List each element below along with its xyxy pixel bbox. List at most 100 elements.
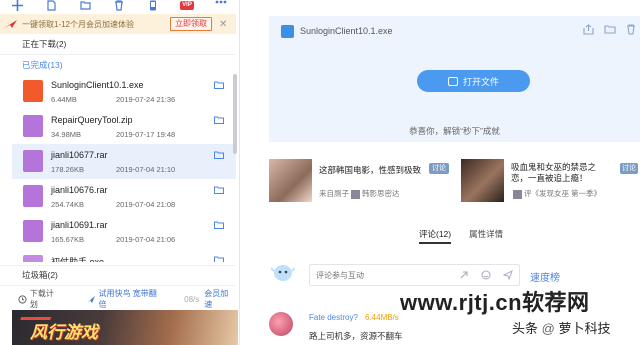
more-icon[interactable] <box>204 0 238 12</box>
open-folder-icon[interactable] <box>214 151 224 159</box>
rar-archive-icon <box>23 185 43 207</box>
new-file-icon[interactable] <box>34 0 68 12</box>
rar-archive-icon <box>23 220 43 242</box>
list-item[interactable]: RepairQueryTool.zip 34.98MB 2019-07-17 19:… <box>12 109 236 144</box>
open-file-label: 打开文件 <box>462 76 499 87</box>
section-trash[interactable]: 垃圾箱(2) <box>0 266 236 284</box>
exe-icon <box>23 255 43 262</box>
file-name: jianli10691.rar <box>51 220 108 230</box>
mobile-icon[interactable] <box>136 0 170 12</box>
detail-filename: SunloginClient10.1.exe <box>300 26 393 36</box>
emoji-icon[interactable] <box>481 270 491 280</box>
file-date: 2019-07-04 21:10 <box>116 165 176 174</box>
tab-comments[interactable]: 评论(12) <box>419 228 452 244</box>
list-item[interactable]: jianli10677.rar 178.26KB 2019-07-04 21:10 <box>12 144 236 179</box>
open-file-button[interactable]: 打开文件 <box>417 70 530 92</box>
file-detail-card: SunloginClient10.1.exe 打开文件 恭喜你，解锁“秒下”成就 <box>269 16 640 142</box>
avatar <box>513 189 522 199</box>
open-folder-icon[interactable] <box>604 24 616 34</box>
fast-bird-trial-link[interactable]: 试用快鸟 宽带翻倍 <box>86 288 165 310</box>
add-icon[interactable] <box>0 0 34 12</box>
sunlogin-icon <box>281 25 294 38</box>
watermark-source: 头条 @ 萝卜科技 <box>512 318 610 337</box>
section-downloading[interactable]: 正在下载(2) <box>0 35 236 53</box>
open-folder-icon[interactable] <box>214 116 224 124</box>
avatar[interactable] <box>269 312 293 336</box>
scrollbar[interactable] <box>233 74 237 154</box>
game-ad-banner[interactable]: 风行游戏 <box>12 310 238 345</box>
file-name: SunloginClient10.1.exe <box>51 80 144 90</box>
file-size: 6.44MB <box>51 95 77 104</box>
list-item[interactable]: SunloginClient10.1.exe 6.44MB 2019-07-24 2… <box>12 74 236 109</box>
feed-card[interactable]: 吸血鬼和女巫的禁忌之恋，一直被追上瘾！ 评《发现女巫 第一季》 <box>461 156 611 208</box>
achievement-text: 恭喜你，解锁“秒下”成就 <box>409 126 500 136</box>
avatar <box>351 189 360 199</box>
open-folder-icon[interactable] <box>214 81 224 89</box>
file-size: 254.74KB <box>51 200 84 209</box>
trash-icon[interactable] <box>102 0 136 12</box>
open-folder-icon[interactable] <box>214 256 224 262</box>
file-name: RepairQueryTool.zip <box>51 115 133 125</box>
completed-file-list: SunloginClient10.1.exe 6.44MB 2019-07-24 2… <box>12 74 236 262</box>
comment-box <box>309 264 520 286</box>
download-plan-label: 下载计划 <box>29 289 54 309</box>
vip-badge: VIP <box>180 1 194 10</box>
comment-speed: 6.44MB/s <box>365 313 399 322</box>
file-size: 178.26KB <box>51 165 84 174</box>
file-icon <box>447 76 458 86</box>
download-plan-button[interactable]: 下载计划 <box>18 288 62 310</box>
file-size: 165.67KB <box>51 235 84 244</box>
side-strip: 讨论 <box>612 160 640 345</box>
discuss-tag: 讨论 <box>429 163 449 174</box>
download-list-pane: VIP 一键领取1-12个月会员加速体验 立即领取 ✕ 正在下载(2) 已完成(… <box>0 0 240 345</box>
link-icon[interactable] <box>459 270 469 280</box>
rar-archive-icon <box>23 150 43 172</box>
watermark-at: @ <box>541 321 555 336</box>
list-item[interactable]: 初仗助手.exe <box>12 249 236 262</box>
feed-author-name: 韩影思密达 <box>362 189 400 198</box>
claim-button[interactable]: 立即领取 <box>170 17 212 31</box>
close-icon[interactable]: ✕ <box>219 19 227 30</box>
watermark-prefix: 头条 <box>512 321 539 336</box>
comment-text: 路上司机多，资源不翻车 <box>309 331 403 341</box>
vip-accelerate-link[interactable]: 会员加速 <box>204 288 236 310</box>
fast-bird-label: 试用快鸟 宽带翻倍 <box>98 289 157 309</box>
comment-input[interactable] <box>310 265 440 285</box>
comment-username[interactable]: Fate destroy? <box>309 313 358 322</box>
folder-icon[interactable] <box>68 0 102 12</box>
speed-readout: 08/s <box>184 294 200 304</box>
delete-icon[interactable] <box>626 24 636 35</box>
tab-properties[interactable]: 属性详情 <box>469 228 503 244</box>
share-icon[interactable] <box>583 24 594 35</box>
feed-author-review: 评《发现女巫 第一季》 <box>524 189 602 198</box>
send-icon[interactable] <box>503 270 513 280</box>
file-date: 2019-07-17 19:48 <box>116 130 176 139</box>
feed-title: 吸血鬼和女巫的禁忌之恋，一直被追上瘾！ <box>511 162 597 183</box>
file-name: 初仗助手.exe <box>51 257 105 262</box>
open-folder-icon[interactable] <box>214 221 224 229</box>
vip-icon[interactable]: VIP <box>170 0 204 12</box>
promo-banner: 一键领取1-12个月会员加速体验 立即领取 ✕ <box>0 14 236 34</box>
watermark-name: 萝卜科技 <box>558 321 611 336</box>
feed-author: 来自厕子 韩影思密达 <box>319 188 400 199</box>
detail-actions <box>583 24 636 35</box>
list-item[interactable]: jianli10676.rar 254.74KB 2019-07-04 21:08 <box>12 179 236 214</box>
speed-rank-link[interactable]: 速度榜 <box>530 269 560 284</box>
divider <box>0 54 236 55</box>
bird-icon <box>0 19 22 29</box>
feed-author-from: 来自厕子 <box>319 189 349 198</box>
detail-tabs: 评论(12) 属性详情 <box>419 228 503 244</box>
section-completed[interactable]: 已完成(13) <box>0 56 236 74</box>
bottom-bar: 下载计划 试用快鸟 宽带翻倍 08/s 会员加速 <box>0 288 236 310</box>
sunlogin-icon <box>23 80 43 102</box>
app-window: VIP 一键领取1-12个月会员加速体验 立即领取 ✕ 正在下载(2) 已完成(… <box>0 0 640 345</box>
list-item[interactable]: jianli10691.rar 165.67KB 2019-07-04 21:06 <box>12 214 236 249</box>
feed-thumbnail <box>269 159 312 202</box>
file-name: jianli10677.rar <box>51 150 108 160</box>
file-date: 2019-07-24 21:36 <box>116 95 176 104</box>
feed-card[interactable]: 这部韩国电影，性感到极致 讨论 来自厕子 韩影思密达 <box>269 156 449 208</box>
banner-title: 风行游戏 <box>30 323 98 342</box>
rocket-icon <box>86 295 95 303</box>
open-folder-icon[interactable] <box>214 186 224 194</box>
file-date: 2019-07-04 21:06 <box>116 235 176 244</box>
